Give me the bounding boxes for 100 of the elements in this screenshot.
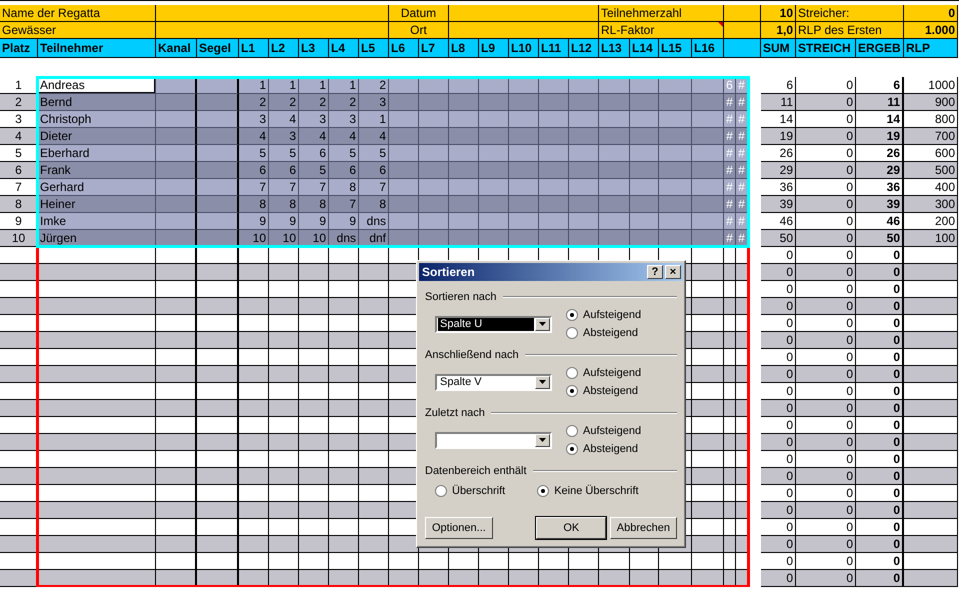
sheet-label: Datum bbox=[389, 5, 449, 22]
table-cell: 10 bbox=[0, 230, 38, 247]
table-cell[interactable]: Imke bbox=[38, 213, 156, 230]
column-header: RLP bbox=[904, 39, 958, 58]
table-cell: 4 bbox=[359, 128, 389, 145]
dialog-button[interactable]: Optionen... bbox=[425, 517, 493, 539]
table-cell: 4 bbox=[269, 111, 299, 128]
table-cell: 0 bbox=[796, 502, 856, 519]
radio-option[interactable]: Aufsteigend bbox=[566, 425, 642, 437]
table-cell[interactable]: Heiner bbox=[38, 196, 156, 213]
table-cell: 4 bbox=[0, 128, 38, 145]
table-cell: 7 bbox=[359, 179, 389, 196]
radio-option[interactable]: Absteigend bbox=[566, 443, 642, 455]
table-cell: 19 bbox=[761, 128, 796, 145]
table-cell[interactable]: Eberhard bbox=[38, 145, 156, 162]
table-cell: 0 bbox=[761, 553, 796, 570]
table-cell: 0 bbox=[856, 400, 904, 417]
table-cell: 9 bbox=[269, 213, 299, 230]
table-cell[interactable]: Bernd bbox=[38, 94, 156, 111]
table-cell: 0 bbox=[796, 128, 856, 145]
table-cell: 3 bbox=[329, 111, 359, 128]
table-cell: 0 bbox=[761, 383, 796, 400]
radio-option[interactable]: Aufsteigend bbox=[566, 309, 642, 321]
table-cell: 0 bbox=[796, 281, 856, 298]
table-cell: 0 bbox=[796, 162, 856, 179]
table-cell: 2 bbox=[269, 94, 299, 111]
dialog-title: Sortieren bbox=[422, 265, 476, 279]
dialog-button[interactable]: OK bbox=[536, 517, 606, 539]
help-button[interactable]: ? bbox=[647, 265, 663, 279]
table-cell: 0 bbox=[796, 349, 856, 366]
table-cell: 10 bbox=[761, 5, 796, 22]
radio-option[interactable]: Überschrift bbox=[435, 485, 506, 497]
table-cell: 100 bbox=[904, 230, 958, 247]
group-label: Datenbereich enthält bbox=[425, 465, 527, 477]
column-header: L4 bbox=[329, 39, 359, 58]
sheet-label: Ort bbox=[389, 22, 449, 39]
table-cell: 26 bbox=[856, 145, 904, 162]
table-cell: 4 bbox=[299, 128, 329, 145]
table-cell: # bbox=[724, 128, 736, 145]
table-cell: # bbox=[736, 94, 748, 111]
table-cell: 19 bbox=[856, 128, 904, 145]
table-cell: dns bbox=[359, 213, 389, 230]
dropdown-arrow-button[interactable] bbox=[535, 434, 550, 446]
table-cell[interactable]: Frank bbox=[38, 162, 156, 179]
radio-option[interactable]: Absteigend bbox=[566, 385, 642, 397]
radio-option[interactable]: Keine Überschrift bbox=[537, 485, 639, 497]
table-cell: 0 bbox=[796, 383, 856, 400]
dialog-button[interactable]: Abbrechen bbox=[610, 517, 677, 539]
table-cell: # bbox=[724, 179, 736, 196]
table-cell: 2 bbox=[329, 94, 359, 111]
table-cell: 7 bbox=[269, 179, 299, 196]
table-cell[interactable]: Gerhard bbox=[38, 179, 156, 196]
table-cell: 0 bbox=[796, 213, 856, 230]
column-header: L13 bbox=[599, 39, 630, 58]
column-header: L8 bbox=[449, 39, 479, 58]
table-cell: 0 bbox=[761, 298, 796, 315]
dropdown-arrow-button[interactable] bbox=[535, 376, 550, 388]
table-cell: 0 bbox=[796, 434, 856, 451]
table-cell: 0 bbox=[856, 553, 904, 570]
column-header: L12 bbox=[569, 39, 599, 58]
table-cell: 0 bbox=[796, 111, 856, 128]
table-cell: # bbox=[724, 111, 736, 128]
column-header: L15 bbox=[659, 39, 692, 58]
radio-option[interactable]: Aufsteigend bbox=[566, 367, 642, 379]
column-dropdown[interactable] bbox=[435, 432, 552, 448]
column-header: STREICH bbox=[796, 39, 856, 58]
table-cell: 4 bbox=[239, 128, 269, 145]
dropdown-arrow-button[interactable] bbox=[535, 318, 550, 330]
table-cell: 9 bbox=[239, 213, 269, 230]
table-cell: 0 bbox=[856, 298, 904, 315]
close-button[interactable]: × bbox=[665, 265, 681, 279]
table-cell: 29 bbox=[856, 162, 904, 179]
table-cell: 0 bbox=[856, 264, 904, 281]
table-cell[interactable]: Christoph bbox=[38, 111, 156, 128]
sheet-label: Name der Regatta bbox=[0, 5, 156, 22]
column-dropdown[interactable]: Spalte V bbox=[435, 374, 552, 390]
table-cell: 0 bbox=[761, 366, 796, 383]
caret-icon bbox=[539, 438, 546, 442]
table-cell: 0 bbox=[796, 179, 856, 196]
radio-option[interactable]: Absteigend bbox=[566, 327, 642, 339]
table-cell: 7 bbox=[329, 196, 359, 213]
column-dropdown[interactable]: Spalte U bbox=[435, 316, 552, 332]
table-cell: 0 bbox=[796, 400, 856, 417]
table-cell: 8 bbox=[0, 196, 38, 213]
table-cell: 0 bbox=[796, 485, 856, 502]
column-header: Teilnehmer bbox=[38, 39, 156, 58]
table-cell: 0 bbox=[856, 349, 904, 366]
column-header bbox=[724, 39, 761, 58]
table-cell: 0 bbox=[761, 434, 796, 451]
table-cell: 2 bbox=[299, 94, 329, 111]
table-cell: 9 bbox=[299, 213, 329, 230]
table-cell: 1000 bbox=[904, 77, 958, 94]
table-cell: 0 bbox=[796, 196, 856, 213]
table-cell: 0 bbox=[796, 553, 856, 570]
table-cell: 0 bbox=[796, 230, 856, 247]
table-cell: 0 bbox=[856, 281, 904, 298]
table-cell: 3 bbox=[299, 111, 329, 128]
table-cell: 0 bbox=[761, 349, 796, 366]
table-cell[interactable]: Dieter bbox=[38, 128, 156, 145]
table-cell: 6 bbox=[856, 77, 904, 94]
